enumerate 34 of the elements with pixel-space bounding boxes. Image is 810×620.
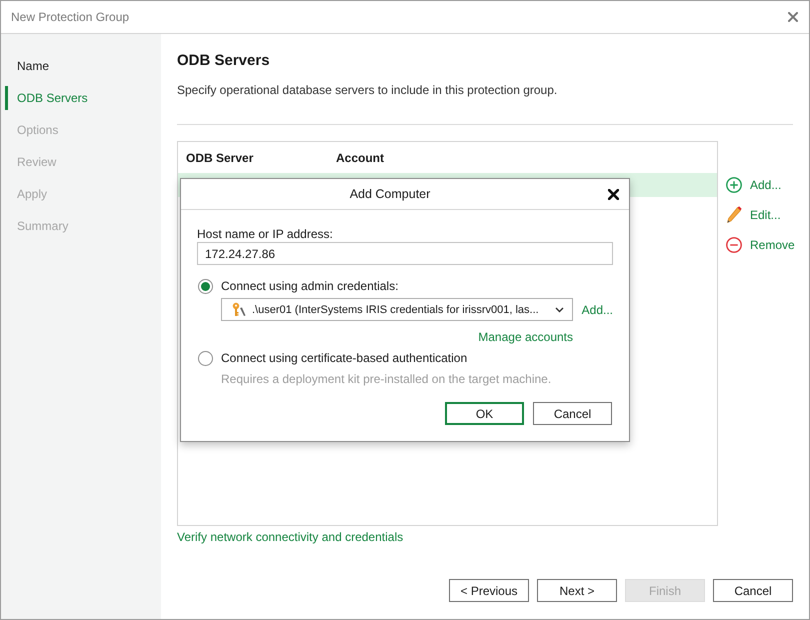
page-description: Specify operational database servers to include in this protection group.: [177, 82, 558, 98]
key-icon: [232, 302, 246, 317]
wizard-step[interactable]: Name: [5, 54, 161, 78]
dialog-title: Add Computer: [348, 187, 432, 201]
wizard-step[interactable]: ODB Servers: [5, 86, 161, 110]
radio-label: Connect using admin credentials:: [221, 278, 398, 294]
cancel-button[interactable]: Cancel: [533, 402, 612, 425]
close-icon: [608, 188, 618, 200]
radio-button[interactable]: [198, 350, 213, 366]
add-link[interactable]: Add...: [725, 170, 782, 200]
close-icon: [788, 12, 798, 22]
column-header[interactable]: ODB Server: [178, 150, 328, 166]
column-header[interactable]: Account: [328, 150, 478, 166]
host-field[interactable]: 172.24.27.86: [197, 242, 613, 265]
minus-circle-icon: [726, 237, 742, 253]
chevron-down-icon: [554, 306, 564, 312]
page-title: ODB Servers: [177, 51, 270, 71]
remove-link[interactable]: Remove: [725, 230, 795, 260]
radio-button[interactable]: [198, 278, 213, 294]
window-title: New Protection Group: [11, 10, 130, 24]
plus-circle-icon: [726, 177, 742, 193]
next-button[interactable]: Next >: [537, 579, 617, 602]
manage-accounts-link[interactable]: Manage accounts: [478, 329, 573, 345]
previous-button[interactable]: < Previous: [449, 579, 529, 602]
account-dropdown[interactable]: .\user01 (InterSystems IRIS credentials for irissrv001, las...: [221, 298, 573, 321]
radio-label: Connect using certificate-based authentication: [221, 350, 468, 366]
option-note: Requires a deployment kit pre-installed on the target machine.: [221, 371, 552, 387]
field-label: Host name or IP address:: [197, 226, 333, 242]
add-account-link[interactable]: Add...: [582, 302, 613, 318]
cancel-button[interactable]: Cancel: [713, 579, 793, 602]
ok-button[interactable]: OK: [445, 402, 524, 425]
pencil-icon: [726, 206, 742, 224]
verify-link[interactable]: Verify network connectivity and credentials: [177, 529, 404, 545]
edit-link[interactable]: Edit...: [725, 200, 781, 230]
